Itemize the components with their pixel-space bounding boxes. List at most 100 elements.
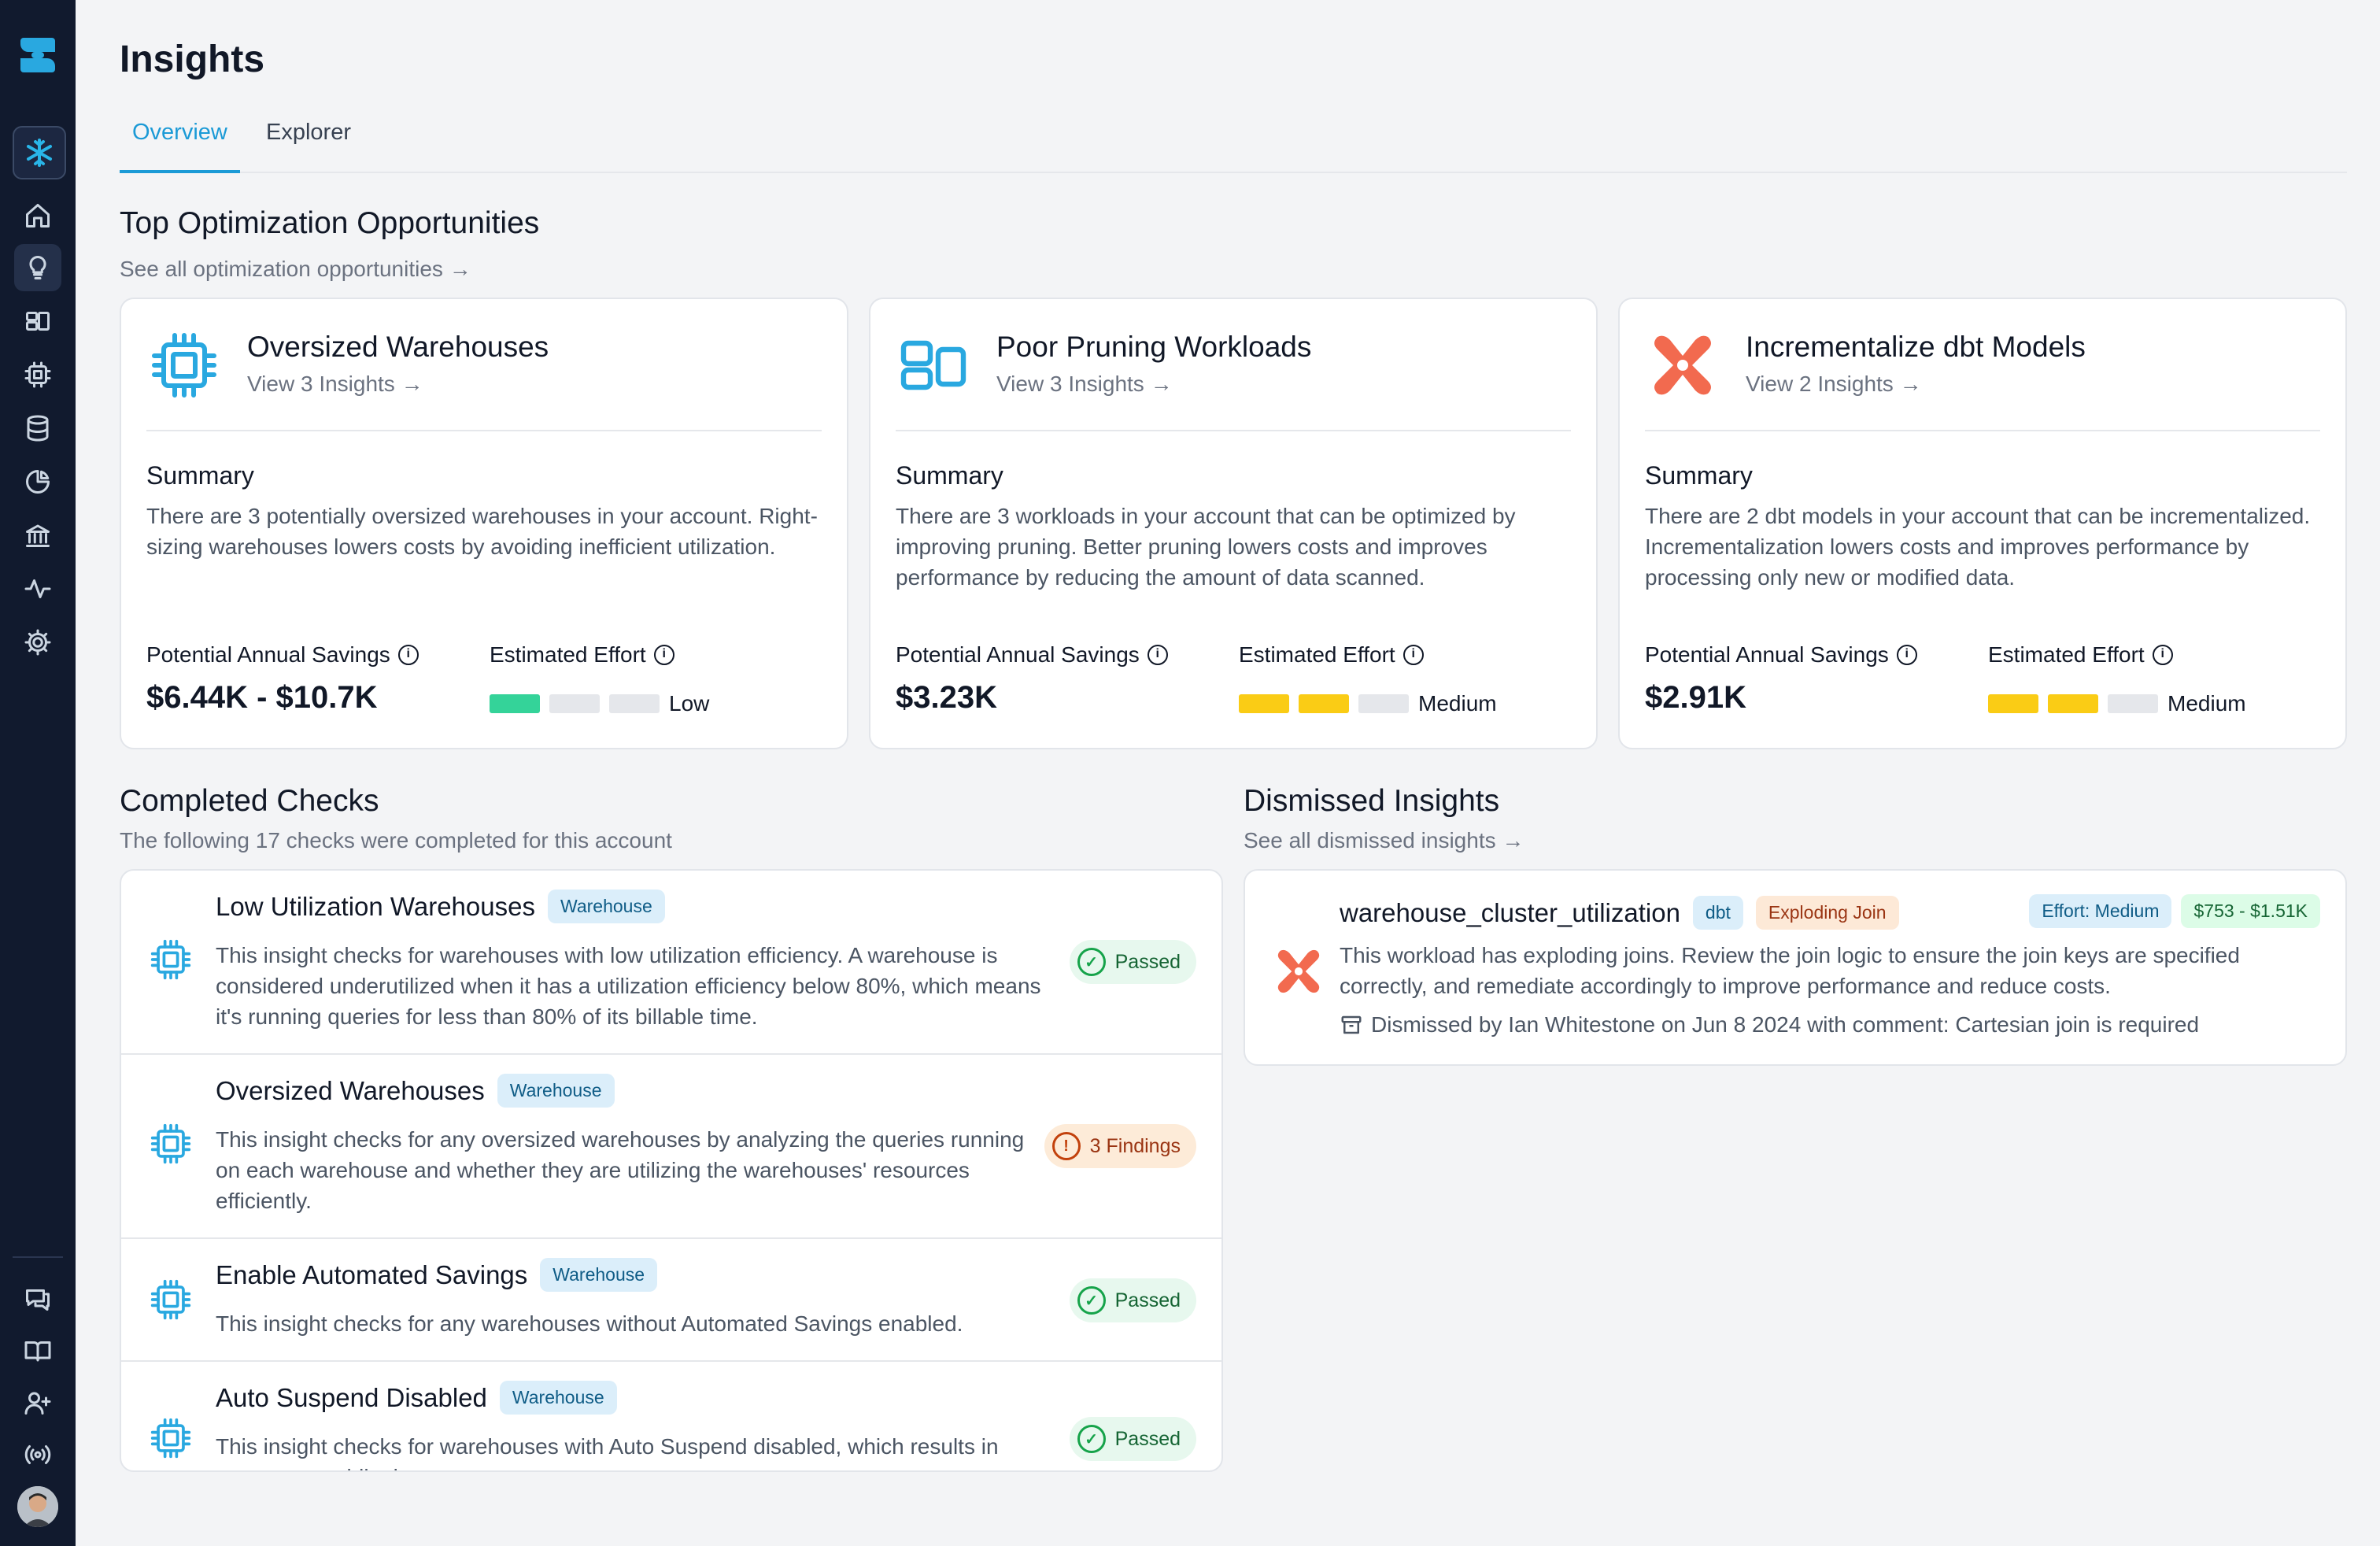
effort-bar bbox=[2048, 694, 2098, 713]
effort-value: Low bbox=[669, 691, 710, 716]
alert-circle-icon: ! bbox=[1051, 1132, 1081, 1160]
snowflake-icon[interactable] bbox=[13, 126, 66, 179]
effort-meter: Medium bbox=[1988, 691, 2246, 716]
status-label: 3 Findings bbox=[1089, 1134, 1181, 1157]
see-all-opportunities-link[interactable]: See all optimization opportunities → bbox=[120, 257, 471, 282]
summary-text: There are 2 dbt models in your account t… bbox=[1645, 504, 2311, 590]
status-label: Passed bbox=[1114, 1289, 1181, 1311]
app-logo[interactable] bbox=[17, 35, 58, 76]
info-icon[interactable]: i bbox=[2152, 645, 2173, 665]
chip-icon bbox=[150, 1279, 191, 1320]
check-circle-icon: ✓ bbox=[1077, 948, 1106, 976]
view-insights-link[interactable]: View 3 Insights → bbox=[247, 372, 423, 397]
user-plus-icon[interactable] bbox=[14, 1379, 61, 1426]
main-content: Insights Overview Explorer Top Optimizat… bbox=[76, 0, 2380, 1546]
warehouse-tag: Warehouse bbox=[540, 1258, 658, 1292]
list-item[interactable]: Low Utilization Warehouses Warehouse This… bbox=[121, 871, 1221, 1055]
savings-label-group: Potential Annual Savings i bbox=[146, 642, 419, 668]
book-icon[interactable] bbox=[14, 1327, 61, 1374]
dismissed-description: This workload has exploding joins. Revie… bbox=[1340, 943, 2240, 998]
opportunity-card-pruning[interactable]: Poor Pruning Workloads View 3 Insights →… bbox=[869, 298, 1598, 749]
check-circle-icon: ✓ bbox=[1077, 1425, 1106, 1453]
dismissed-insight-title: warehouse_cluster_utilization bbox=[1340, 897, 1680, 927]
list-item[interactable]: Auto Suspend Disabled Warehouse This insi… bbox=[121, 1362, 1221, 1470]
check-description: This insight checks for any oversized wa… bbox=[216, 1127, 1025, 1213]
view-insights-link[interactable]: View 2 Insights → bbox=[1746, 372, 1922, 397]
completed-checks-list: Low Utilization Warehouses Warehouse This… bbox=[120, 869, 1223, 1472]
info-icon[interactable]: i bbox=[1896, 645, 1917, 665]
database-icon[interactable] bbox=[14, 405, 61, 452]
bank-icon[interactable] bbox=[14, 512, 61, 559]
sidebar-divider bbox=[13, 1256, 63, 1258]
dismissed-insight-card[interactable]: warehouse_cluster_utilization dbt Explod… bbox=[1244, 869, 2347, 1066]
opportunities-title: Top Optimization Opportunities bbox=[120, 206, 540, 240]
effort-label-group: Estimated Effort i bbox=[1988, 642, 2173, 668]
summary-label: Summary bbox=[1645, 461, 1753, 490]
info-icon[interactable]: i bbox=[1402, 645, 1424, 665]
effort-label-group: Estimated Effort i bbox=[1239, 642, 1424, 668]
savings-tag: $753 - $1.51K bbox=[2181, 894, 2320, 928]
check-title: Low Utilization Warehouses bbox=[216, 891, 535, 921]
completed-checks-title: Completed Checks bbox=[120, 784, 379, 818]
see-all-dismissed-link[interactable]: See all dismissed insights → bbox=[1244, 828, 1524, 853]
effort-bar bbox=[490, 694, 540, 713]
opportunity-card-oversized[interactable]: Oversized Warehouses View 3 Insights → S… bbox=[120, 298, 848, 749]
chip-icon bbox=[152, 333, 216, 398]
effort-label: Estimated Effort bbox=[490, 642, 646, 667]
effort-bar bbox=[1358, 694, 1409, 713]
dismissed-title-group: warehouse_cluster_utilization dbt Explod… bbox=[1340, 896, 1899, 930]
list-item[interactable]: Enable Automated Savings Warehouse This i… bbox=[121, 1239, 1221, 1362]
status-badge: ✓ Passed bbox=[1069, 1278, 1196, 1322]
card-divider bbox=[1645, 430, 2320, 431]
check-title-group: Low Utilization Warehouses Warehouse bbox=[216, 890, 665, 923]
effort-value: Medium bbox=[1418, 691, 1497, 716]
effort-bar bbox=[1988, 694, 2038, 713]
activity-icon[interactable] bbox=[14, 565, 61, 612]
status-badge: ! 3 Findings bbox=[1044, 1124, 1196, 1168]
list-item[interactable]: Oversized Warehouses Warehouse This insig… bbox=[121, 1055, 1221, 1239]
home-icon[interactable] bbox=[14, 192, 61, 239]
tab-overview[interactable]: Overview bbox=[120, 115, 240, 173]
dismissed-by-text: Dismissed by Ian Whitestone on Jun 8 202… bbox=[1371, 1012, 2200, 1037]
tab-explorer[interactable]: Explorer bbox=[266, 115, 351, 170]
dbt-icon bbox=[1277, 949, 1320, 993]
avatar[interactable] bbox=[17, 1486, 58, 1527]
status-label: Passed bbox=[1114, 1427, 1181, 1450]
effort-value: Medium bbox=[2168, 691, 2246, 716]
tab-bar: Overview Explorer bbox=[120, 110, 2347, 173]
gear-icon[interactable] bbox=[14, 619, 61, 666]
dismissed-meta: Dismissed by Ian Whitestone on Jun 8 202… bbox=[1340, 1012, 2199, 1037]
check-description: This insight checks for any warehouses w… bbox=[216, 1311, 963, 1336]
effort-tag: Effort: Medium bbox=[2029, 894, 2172, 928]
view-insights-link[interactable]: View 3 Insights → bbox=[996, 372, 1173, 397]
broadcast-icon[interactable] bbox=[14, 1431, 61, 1478]
effort-bar bbox=[609, 694, 660, 713]
chip-icon[interactable] bbox=[14, 351, 61, 398]
chip-icon bbox=[150, 1418, 191, 1459]
pie-chart-icon[interactable] bbox=[14, 458, 61, 505]
status-badge: ✓ Passed bbox=[1069, 1417, 1196, 1461]
card-divider bbox=[896, 430, 1571, 431]
opportunity-card-dbt[interactable]: Incrementalize dbt Models View 2 Insight… bbox=[1618, 298, 2347, 749]
warehouse-tag: Warehouse bbox=[497, 1074, 615, 1108]
info-icon[interactable]: i bbox=[653, 645, 674, 665]
savings-value: $6.44K - $10.7K bbox=[146, 680, 378, 715]
warehouse-tag: Warehouse bbox=[547, 890, 665, 923]
dbt-tag: dbt bbox=[1692, 896, 1743, 930]
lightbulb-icon[interactable] bbox=[14, 244, 61, 291]
layout-icon[interactable] bbox=[14, 298, 61, 345]
check-circle-icon: ✓ bbox=[1077, 1286, 1106, 1315]
savings-value: $2.91K bbox=[1645, 680, 1746, 715]
info-icon[interactable]: i bbox=[1147, 645, 1168, 665]
card-title: Poor Pruning Workloads bbox=[996, 331, 1312, 363]
effort-meter: Low bbox=[490, 691, 709, 716]
dismissed-tags: Effort: Medium $753 - $1.51K bbox=[2029, 894, 2320, 928]
savings-value: $3.23K bbox=[896, 680, 997, 715]
summary-label: Summary bbox=[896, 461, 1003, 490]
dismissed-insights-title: Dismissed Insights bbox=[1244, 784, 1500, 818]
card-title: Incrementalize dbt Models bbox=[1746, 331, 2086, 363]
info-icon[interactable]: i bbox=[397, 645, 419, 665]
check-title: Oversized Warehouses bbox=[216, 1075, 485, 1105]
chat-icon[interactable] bbox=[14, 1275, 61, 1322]
effort-label-group: Estimated Effort i bbox=[490, 642, 674, 668]
